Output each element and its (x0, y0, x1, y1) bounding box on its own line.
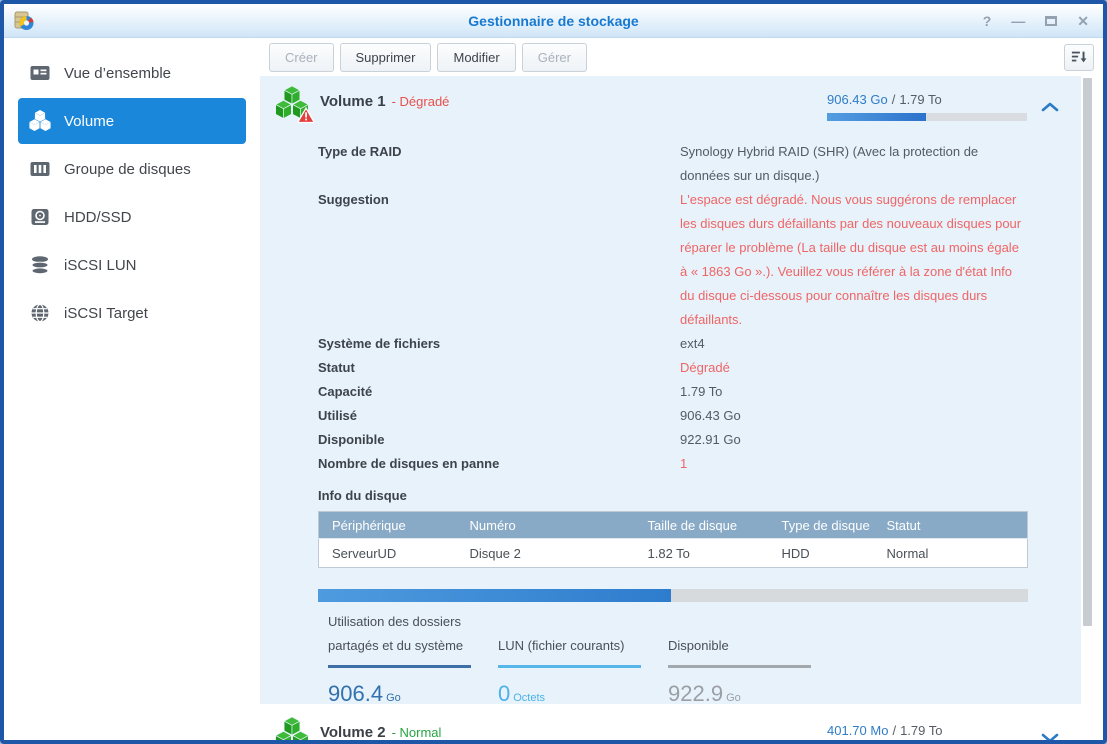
iscsi-target-icon (29, 302, 51, 324)
volume2-icon (275, 717, 311, 740)
col-size: Taille de disque (635, 512, 769, 539)
sidebar-item-hdd-ssd[interactable]: HDD/SSD (18, 194, 246, 240)
usage-legend: Utilisation des dossiers partagés et du … (260, 602, 1081, 704)
sidebar-item-label: iSCSI Target (64, 305, 148, 322)
field-filesystem: Système de fichiers ext4 (318, 332, 1028, 356)
volume1-usage-bar (318, 589, 1028, 602)
volume1-collapse-button[interactable] (1027, 86, 1073, 112)
close-icon[interactable]: ✕ (1077, 14, 1089, 28)
volume1-icon (275, 86, 311, 128)
volume2-panel: Volume 2 - Normal SHR 401.70 Mo/1.79 To (260, 707, 1081, 740)
col-device: Périphérique (319, 512, 457, 539)
storage-manager-window: Gestionnaire de stockage ? — ✕ Vue d’en (0, 0, 1107, 744)
sidebar-item-label: iSCSI LUN (64, 257, 137, 274)
sidebar-item-iscsi-lun[interactable]: iSCSI LUN (18, 242, 246, 288)
hdd-icon (29, 206, 51, 228)
legend-lun: LUN (fichier courants) 0Octets (498, 616, 641, 704)
volume1-status: - Dégradé (392, 94, 450, 109)
disk-group-icon (29, 158, 51, 180)
chevron-up-icon (1041, 102, 1059, 112)
warning-icon (297, 107, 315, 129)
volume2-expand-button[interactable] (1027, 717, 1073, 740)
overview-icon (29, 62, 51, 84)
volume1-used-text: 906.43 Go (827, 92, 888, 107)
col-status: Statut (874, 512, 1028, 539)
sidebar-item-label: Groupe de disques (64, 161, 191, 178)
field-raid-type: Type de RAID Synology Hybrid RAID (SHR) … (318, 140, 1028, 188)
legend-shared-folders: Utilisation des dossiers partagés et du … (328, 616, 471, 704)
legend-available: Disponible 922.9Go (668, 616, 811, 704)
manage-button[interactable]: Gérer (522, 43, 587, 72)
col-number: Numéro (457, 512, 635, 539)
sidebar-item-label: Volume (64, 113, 114, 130)
volume2-status: - Normal (392, 725, 442, 740)
sidebar-item-overview[interactable]: Vue d’ensemble (18, 50, 246, 96)
sidebar: Vue d’ensemble Volume (4, 38, 260, 740)
volume2-used-text: 401.70 Mo (827, 723, 888, 738)
volume2-total-text: 1.79 To (900, 723, 942, 738)
iscsi-lun-icon (29, 254, 51, 276)
scrollbar-track[interactable] (1081, 76, 1103, 740)
scrollbar-thumb[interactable] (1083, 78, 1092, 626)
table-row[interactable]: ServeurUD Disque 2 1.82 To HDD Normal (319, 539, 1028, 568)
help-icon[interactable]: ? (983, 14, 992, 28)
sidebar-item-label: HDD/SSD (64, 209, 132, 226)
disk-info-title: Info du disque (260, 476, 1081, 503)
sidebar-item-iscsi-target[interactable]: iSCSI Target (18, 290, 246, 336)
volume1-capacity: 906.43 Go/1.79 To (827, 86, 1027, 121)
volume2-title: Volume 2 (320, 724, 386, 740)
volume1-capacity-bar (827, 113, 1027, 121)
volume1-details: Type de RAID Synology Hybrid RAID (SHR) … (260, 128, 1081, 476)
field-used: Utilisé 906.43 Go (318, 404, 1028, 428)
storage-manager-app-icon (12, 9, 36, 33)
minimize-icon[interactable]: — (1011, 14, 1025, 28)
volume1-panel: Volume 1 - Dégradé 906.43 Go/1.79 To (260, 76, 1081, 704)
collapse-all-icon (1071, 49, 1087, 65)
field-capacity: Capacité 1.79 To (318, 380, 1028, 404)
volume1-total-text: 1.79 To (899, 92, 941, 107)
window-title: Gestionnaire de stockage (4, 13, 1103, 29)
titlebar[interactable]: Gestionnaire de stockage ? — ✕ (4, 4, 1103, 38)
table-header-row: Périphérique Numéro Taille de disque Typ… (319, 512, 1028, 539)
volume2-capacity: 401.70 Mo/1.79 To (827, 717, 1027, 740)
collapse-all-button[interactable] (1064, 44, 1094, 71)
create-button[interactable]: Créer (269, 43, 334, 72)
sidebar-item-label: Vue d’ensemble (64, 65, 171, 82)
sidebar-item-volume[interactable]: Volume (18, 98, 246, 144)
volume-icon (29, 110, 51, 132)
field-status: Statut Dégradé (318, 356, 1028, 380)
maximize-icon[interactable] (1045, 16, 1057, 26)
disk-status-value: Normal (874, 539, 1028, 568)
modify-button[interactable]: Modifier (437, 43, 515, 72)
volume1-title: Volume 1 (320, 93, 386, 110)
delete-button[interactable]: Supprimer (340, 43, 432, 72)
chevron-down-icon (1041, 733, 1059, 740)
sidebar-item-disk-group[interactable]: Groupe de disques (18, 146, 246, 192)
field-failed-disks: Nombre de disques en panne 1 (318, 452, 1028, 476)
field-suggestion: Suggestion L'espace est dégradé. Nous vo… (318, 188, 1028, 332)
disk-info-table: Périphérique Numéro Taille de disque Typ… (318, 511, 1028, 568)
field-available: Disponible 922.91 Go (318, 428, 1028, 452)
toolbar: Créer Supprimer Modifier Gérer (260, 38, 1103, 76)
col-type: Type de disque (769, 512, 874, 539)
